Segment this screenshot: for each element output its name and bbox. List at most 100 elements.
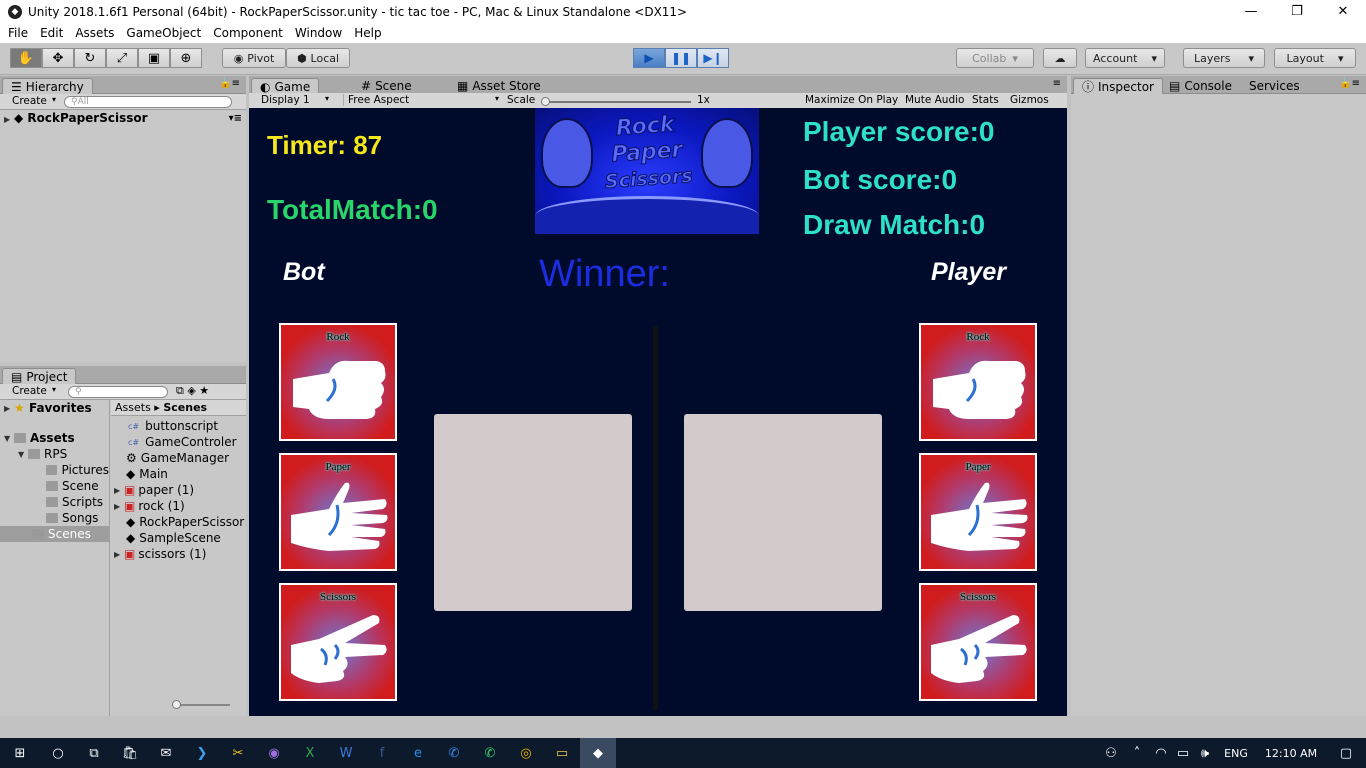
battery-icon[interactable]: ▭ — [1172, 738, 1194, 768]
project-create-button[interactable]: Create — [8, 385, 51, 397]
play-button[interactable]: ▶ — [633, 48, 665, 68]
player-rock-button[interactable]: Rock — [919, 323, 1037, 441]
menu-component[interactable]: Component — [207, 26, 289, 40]
list-item[interactable]: ⚙ GameManager — [114, 450, 246, 466]
zoom-slider[interactable] — [172, 700, 230, 709]
account-dropdown[interactable]: Account ▾ — [1085, 48, 1165, 68]
player-scissors-button[interactable]: Scissors — [919, 583, 1037, 701]
task-view-icon[interactable]: ⧉ — [76, 738, 112, 768]
tab-inspector[interactable]: ⓘ Inspector — [1073, 78, 1163, 94]
layers-dropdown[interactable]: Layers ▾ — [1183, 48, 1265, 68]
pivot-button[interactable]: ◉ Pivot — [222, 48, 286, 68]
tab-asset-store[interactable]: ▦ Asset Store — [449, 78, 549, 94]
people-icon[interactable]: ⚇ — [1098, 738, 1124, 768]
rps-folder[interactable]: ▼ RPS — [4, 446, 109, 462]
console-icon: ▤ — [1169, 79, 1181, 93]
tab-hierarchy[interactable]: ☰ Hierarchy — [2, 78, 93, 94]
scene-row[interactable]: ▶ ◆ RockPaperScissor ▾≡ — [4, 110, 244, 126]
rect-tool-icon[interactable]: ▣ — [138, 48, 170, 68]
folder-scripts[interactable]: Scripts — [4, 494, 109, 510]
snipping-tool-icon[interactable]: ✂ — [220, 738, 256, 768]
language-indicator[interactable]: ENG — [1216, 738, 1256, 768]
hand-tool-icon[interactable]: ✋ — [10, 48, 42, 68]
menu-help[interactable]: Help — [348, 26, 387, 40]
breadcrumb-scenes[interactable]: Scenes — [163, 401, 207, 414]
stats-toggle[interactable]: Stats — [968, 94, 1003, 106]
aspect-dropdown[interactable]: Free Aspect — [343, 94, 503, 106]
list-item[interactable]: ▶ ▣ paper (1) — [114, 482, 246, 498]
local-button[interactable]: ⬢ Local — [286, 48, 350, 68]
menu-edit[interactable]: Edit — [34, 26, 69, 40]
list-item[interactable]: ▶ ▣ scissors (1) — [114, 546, 246, 562]
hierarchy-search-input[interactable]: ⚲All — [64, 96, 232, 108]
scale-tool-icon[interactable]: ⤢ — [106, 48, 138, 68]
search-icon[interactable]: ○ — [40, 738, 76, 768]
chevron-up-icon[interactable]: ˄ — [1124, 738, 1150, 768]
list-item[interactable]: ◆ SampleScene — [114, 530, 246, 546]
layout-dropdown[interactable]: Layout ▾ — [1274, 48, 1356, 68]
filter-icons[interactable]: ⧉ ◈ ★ — [176, 384, 209, 398]
chrome-icon[interactable]: ◎ — [508, 738, 544, 768]
folder-scene[interactable]: Scene — [4, 478, 109, 494]
excel-icon[interactable]: X — [292, 738, 328, 768]
wifi-icon[interactable]: ◠ — [1150, 738, 1172, 768]
tab-scene[interactable]: # Scene — [353, 78, 420, 94]
tab-project[interactable]: ▤ Project — [2, 368, 77, 384]
word-icon[interactable]: W — [328, 738, 364, 768]
gizmos-dropdown[interactable]: Gizmos — [1006, 94, 1053, 106]
mail-icon[interactable]: ✉ — [148, 738, 184, 768]
collab-button[interactable]: Collab ▾ — [956, 48, 1034, 68]
folder-pictures[interactable]: Pictures — [4, 462, 109, 478]
list-item[interactable]: c# GameControler — [114, 434, 246, 450]
menu-assets[interactable]: Assets — [69, 26, 120, 40]
vscode-icon[interactable]: ❯ — [184, 738, 220, 768]
project-search-input[interactable]: ⚲ — [68, 386, 168, 398]
panel-menu-icon[interactable]: 🔒≡ — [1339, 78, 1360, 89]
mute-audio-toggle[interactable]: Mute Audio — [901, 94, 968, 106]
step-button[interactable]: ▶❙ — [697, 48, 729, 68]
volume-icon[interactable]: 🕪 — [1194, 738, 1216, 768]
edge-icon[interactable]: e — [400, 738, 436, 768]
menu-window[interactable]: Window — [289, 26, 348, 40]
maximize-on-play-toggle[interactable]: Maximize On Play — [801, 94, 902, 106]
tab-console[interactable]: ▤ Console — [1161, 78, 1240, 94]
panel-menu-icon[interactable]: 🔒≡ — [219, 78, 240, 89]
player-paper-button[interactable]: Paper — [919, 453, 1037, 571]
list-item[interactable]: c# buttonscript — [114, 418, 246, 434]
file-explorer-icon[interactable]: ▭ — [544, 738, 580, 768]
close-button[interactable]: ✕ — [1320, 0, 1366, 23]
favorites-row[interactable]: ▶ ★ Favorites — [4, 400, 109, 416]
transform-tool-icon[interactable]: ⊕ — [170, 48, 202, 68]
folder-scenes[interactable]: Scenes — [0, 526, 109, 542]
list-item[interactable]: ▶ ▣ rock (1) — [114, 498, 246, 514]
tab-services[interactable]: Services — [1241, 78, 1308, 94]
store-icon[interactable]: 🛍 — [112, 738, 148, 768]
scale-slider[interactable] — [541, 97, 691, 106]
list-item[interactable]: ◆ RockPaperScissor — [114, 514, 246, 530]
breadcrumb-assets[interactable]: Assets — [115, 401, 151, 414]
unity-taskbar-icon[interactable]: ◆ — [580, 738, 616, 768]
app-icon[interactable]: ◉ — [256, 738, 292, 768]
messenger-icon[interactable]: ✆ — [436, 738, 472, 768]
scene-menu-icon[interactable]: ▾≡ — [229, 113, 242, 124]
menu-file[interactable]: File — [2, 26, 34, 40]
pause-button[interactable]: ❚❚ — [665, 48, 697, 68]
cloud-icon[interactable]: ☁ — [1043, 48, 1077, 68]
notification-icon[interactable]: ▢ — [1326, 738, 1366, 768]
whatsapp-icon[interactable]: ✆ — [472, 738, 508, 768]
clock[interactable]: 12:10 AM — [1256, 738, 1326, 768]
minimize-button[interactable]: — — [1228, 0, 1274, 23]
folder-songs[interactable]: Songs — [4, 510, 109, 526]
tab-game[interactable]: ◐ Game — [251, 78, 320, 94]
hierarchy-create-button[interactable]: Create — [8, 95, 51, 107]
menu-gameobject[interactable]: GameObject — [120, 26, 207, 40]
windows-start-icon[interactable]: ⊞ — [0, 738, 40, 768]
move-tool-icon[interactable]: ✥ — [42, 48, 74, 68]
panel-menu-icon[interactable]: ≡ — [1053, 78, 1061, 89]
maximize-button[interactable]: ❐ — [1274, 0, 1320, 23]
display-dropdown[interactable]: Display 1 — [257, 94, 314, 106]
facebook-icon[interactable]: f — [364, 738, 400, 768]
rotate-tool-icon[interactable]: ↻ — [74, 48, 106, 68]
assets-folder[interactable]: ▼ Assets — [4, 430, 109, 446]
list-item[interactable]: ◆ Main — [114, 466, 246, 482]
